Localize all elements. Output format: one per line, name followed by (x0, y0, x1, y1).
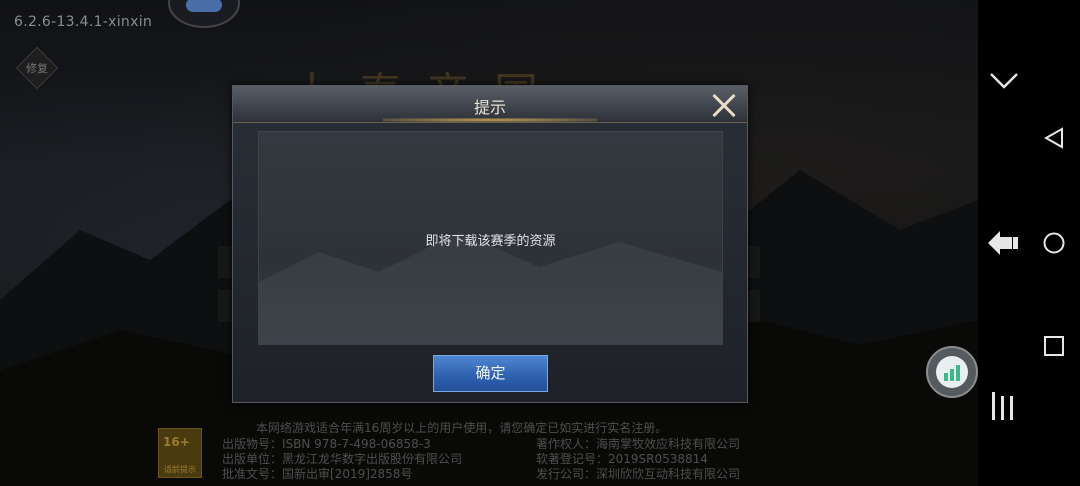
age-rating-badge: 16+ 适龄提示 (158, 428, 202, 478)
footer-left-line: 批准文号：国新出审[2019]2858号 (222, 467, 413, 481)
age-rating-label: 适龄提示 (164, 465, 196, 474)
dialog-title: 提示 (473, 98, 506, 117)
dialog-header: 提示 (233, 86, 747, 123)
footer-right-line: 发行公司：深圳欣欣互动科技有限公司 (536, 467, 741, 481)
footer-notice: 本网络游戏适合年满16周岁以上的用户使用，请您确定已如实进行实名注册。 (256, 421, 668, 435)
close-icon[interactable] (711, 93, 737, 119)
collapse-chevron-icon[interactable] (988, 70, 1020, 92)
home-circle-icon[interactable] (1042, 231, 1066, 255)
version-label: 6.2.6-13.4.1-xinxin (14, 14, 153, 30)
age-rating-number: 16+ (163, 435, 190, 449)
repair-button[interactable]: 修复 (15, 46, 59, 90)
gesture-arrow-icon[interactable] (986, 226, 1020, 260)
title-glow (383, 118, 597, 122)
background-panel-right-2 (746, 290, 760, 322)
dialog-message: 即将下载该赛季的资源 (425, 234, 556, 249)
floating-assistant-button[interactable] (926, 346, 978, 398)
menu-bars-icon[interactable] (988, 390, 1018, 422)
confirm-button[interactable]: 确定 (433, 355, 548, 392)
signal-bars-icon (944, 365, 960, 381)
back-triangle-icon[interactable] (1042, 126, 1066, 150)
recent-square-icon[interactable] (1042, 334, 1066, 358)
prompt-dialog: 提示 即将下载该赛季的资源 确定 (232, 85, 748, 403)
background-panel-right (746, 246, 760, 278)
repair-label: 修复 (26, 62, 48, 75)
dialog-body: 即将下载该赛季的资源 (258, 131, 723, 345)
